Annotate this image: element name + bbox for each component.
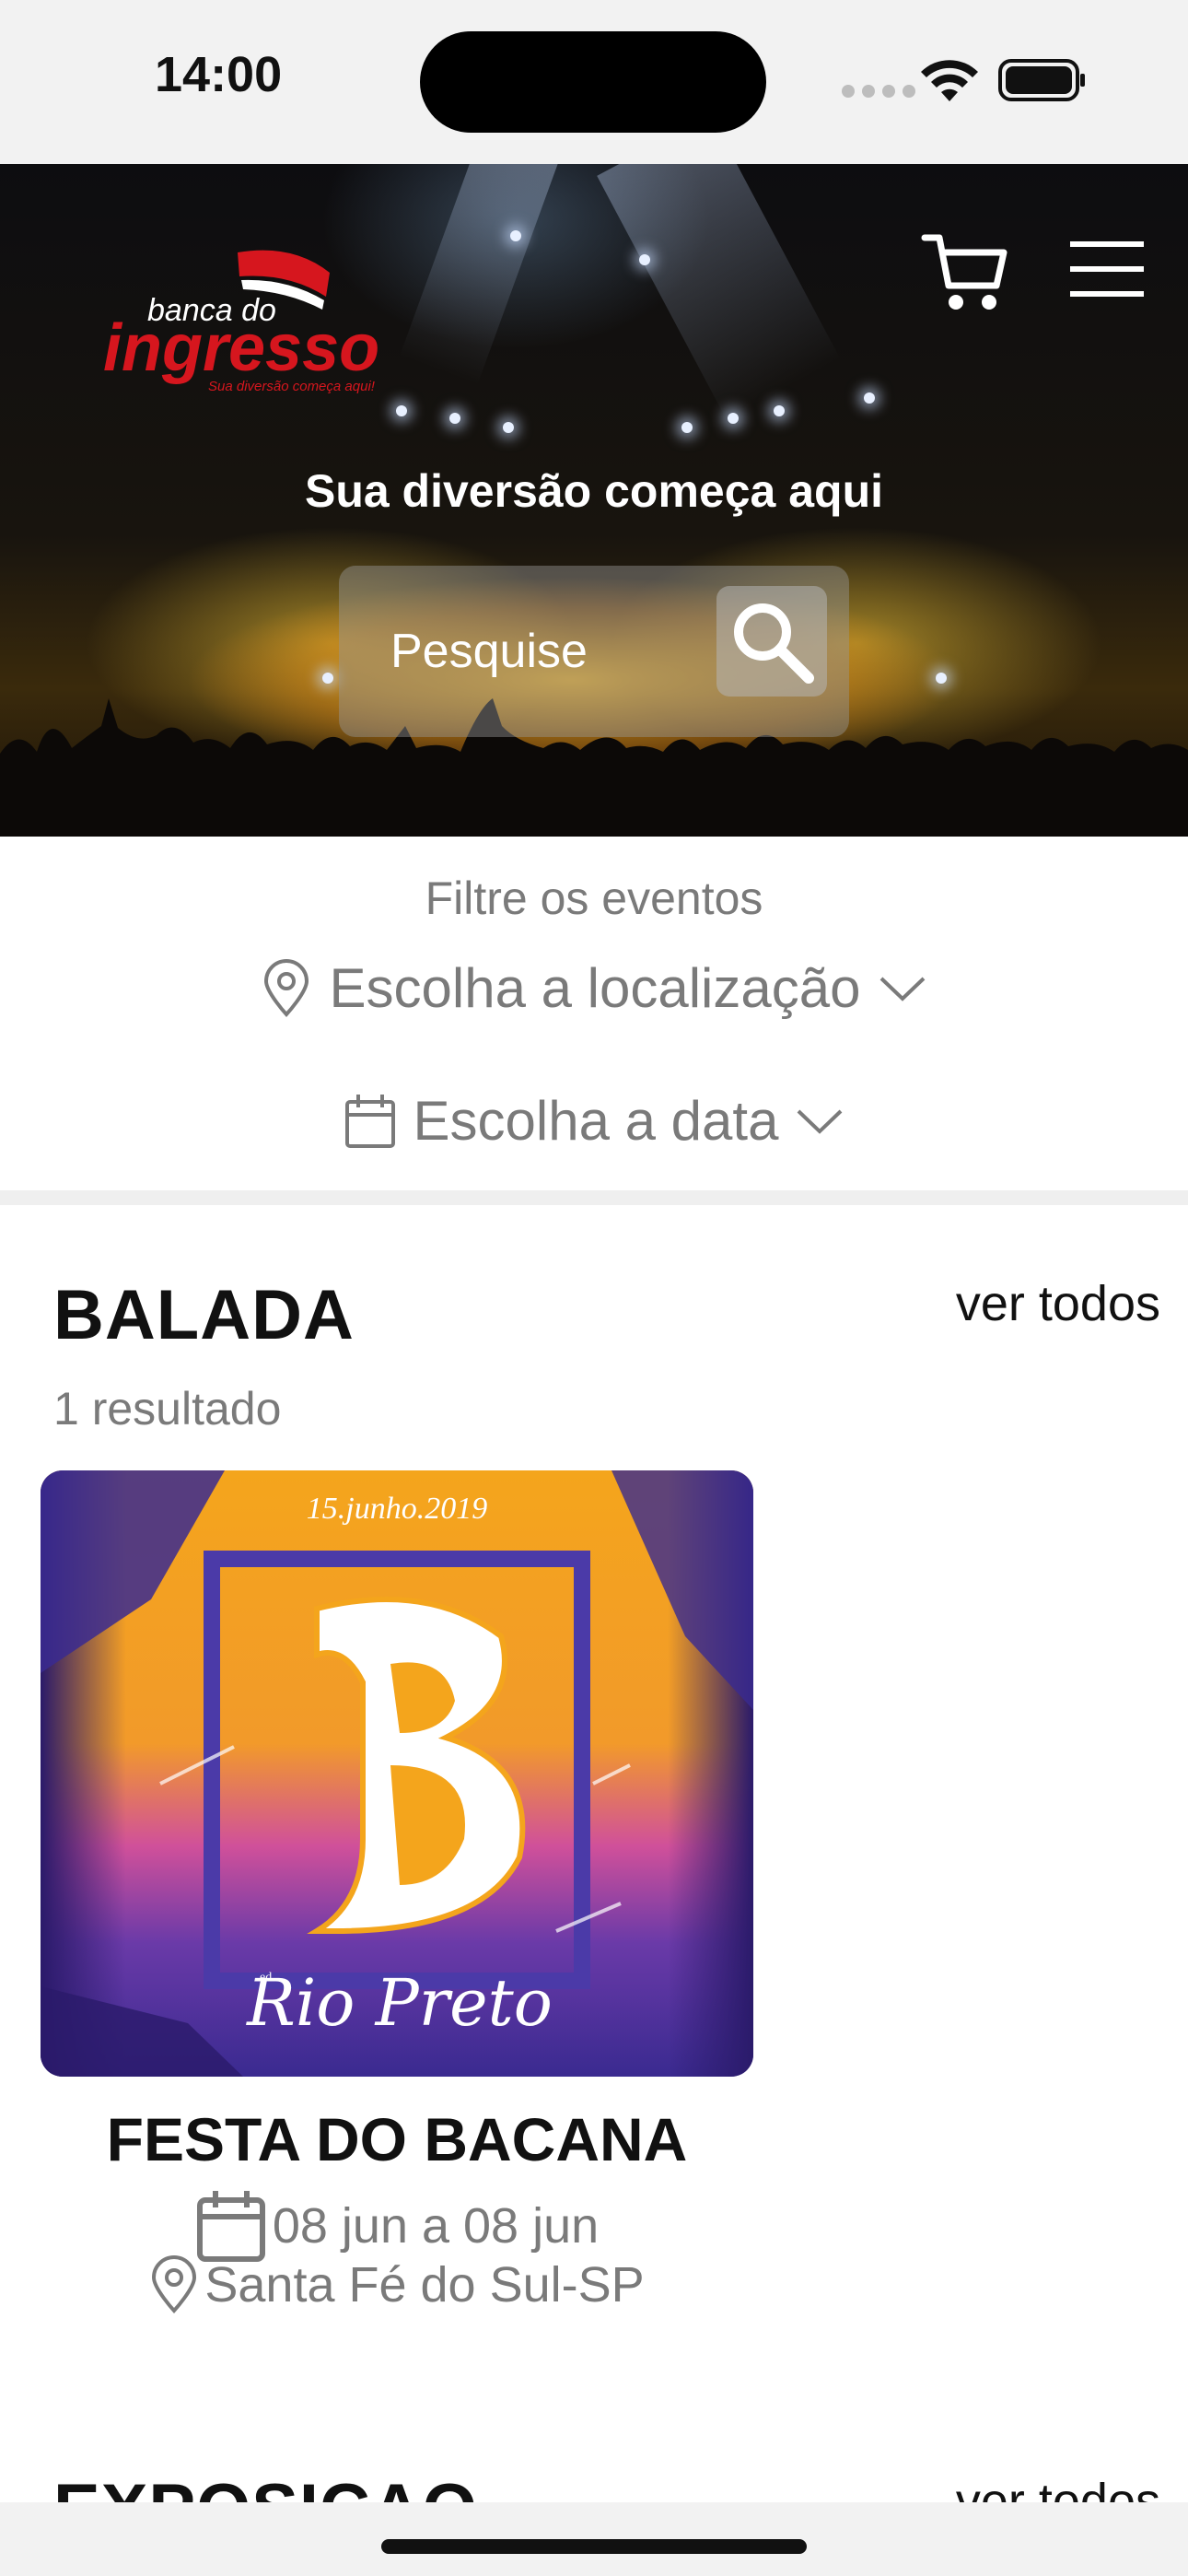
search-box: [339, 566, 849, 737]
hero-title: Sua diversão começa aqui: [304, 465, 884, 517]
banca-do-ingresso-logo: banca do ingresso Sua diversão começa aq…: [103, 250, 379, 394]
date-filter-label: Escolha a data: [413, 1090, 779, 1152]
cellular-signal-icon: [842, 85, 915, 98]
search-icon: [734, 603, 814, 684]
wifi-icon: [921, 60, 978, 101]
event-name: FESTA DO BACANA: [106, 2105, 688, 2173]
battery-icon: [998, 59, 1085, 101]
event-location: Santa Fé do Sul-SP: [204, 2257, 645, 2313]
cart-button[interactable]: [919, 228, 1011, 321]
dynamic-island: [420, 31, 766, 133]
poster-date-text: 15.junho.2019: [307, 1492, 487, 1526]
status-time: 14:00: [155, 47, 283, 102]
home-indicator[interactable]: [381, 2539, 807, 2554]
filters-label: Filtre os eventos: [425, 872, 763, 924]
calendar-icon: [344, 1094, 395, 1148]
status-bar: 14:00: [0, 0, 1188, 164]
hero-banner: banca do ingresso Sua diversão começa aq…: [0, 164, 1188, 837]
event-card[interactable]: 15.junho.2019 ed. Rio Preto FESTA DO BAC…: [41, 1470, 753, 2327]
event-dates: 08 jun a 08 jun: [272, 2198, 600, 2254]
event-date-row: 08 jun a 08 jun: [41, 2189, 753, 2263]
event-filters: Filtre os eventos Escolha a localização …: [0, 837, 1188, 1190]
menu-button[interactable]: [1068, 234, 1146, 304]
menu-icon: [1070, 241, 1144, 297]
search-input[interactable]: [390, 619, 667, 684]
chevron-down-icon: [879, 977, 925, 1001]
location-pin-icon: [152, 2255, 197, 2313]
app-screen: 14:00 banca do ingresso Sua diversão com…: [0, 0, 1188, 2576]
chevron-down-icon: [798, 1109, 843, 1134]
event-poster-image: 15.junho.2019 ed. Rio Preto: [41, 1470, 753, 2077]
svg-text:Sua diversão começa aqui!: Sua diversão começa aqui!: [208, 379, 376, 394]
section-title-balada: BALADA: [53, 1276, 355, 1354]
section-divider: [0, 1190, 1188, 1205]
see-all-link[interactable]: ver todos: [956, 1275, 1160, 1332]
poster-script-text: Rio Preto: [245, 1965, 553, 2041]
search-button[interactable]: [716, 586, 827, 697]
date-filter-dropdown[interactable]: Escolha a data: [0, 1089, 1188, 1153]
location-pin-icon: [264, 958, 309, 1017]
location-filter-label: Escolha a localização: [329, 957, 861, 1019]
event-location-row: Santa Fé do Sul-SP: [41, 2255, 753, 2314]
location-filter-dropdown[interactable]: Escolha a localização: [0, 956, 1188, 1020]
calendar-icon: [196, 2191, 265, 2262]
results-count: 1 resultado: [53, 1383, 282, 1434]
cart-icon: [921, 234, 1007, 310]
svg-text:ingresso: ingresso: [103, 311, 379, 385]
